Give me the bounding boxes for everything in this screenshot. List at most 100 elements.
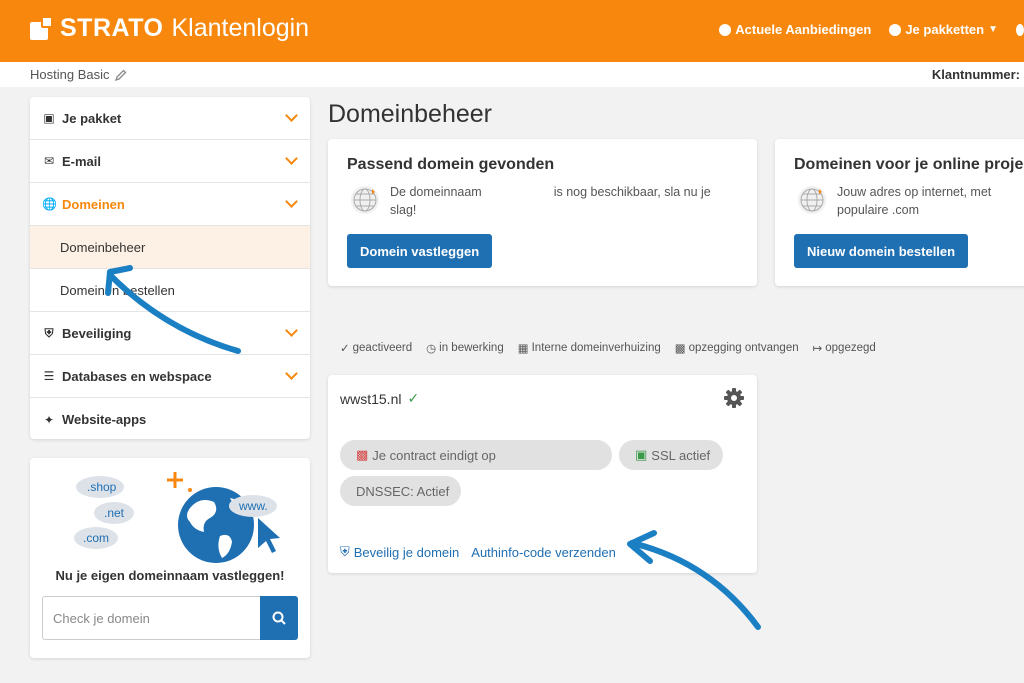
domain-card: wwst15.nl ✓ ▩ Je contract eindigt op ▣ S…: [328, 375, 757, 573]
gear-icon[interactable]: [723, 387, 745, 409]
contract-pill[interactable]: ▩ Je contract eindigt op: [340, 440, 612, 470]
domain-found-card: Passend domein gevonden De domeinnaam is …: [328, 139, 757, 286]
sidebar-item-label: Databases en webspace: [62, 368, 212, 384]
promo-text: Nu je eigen domeinnaam vastleggen!: [55, 568, 285, 583]
top-nav: Actuele Aanbiedingen Je pakketten ▼: [719, 22, 1024, 37]
domain-name[interactable]: wwst15.nl ✓: [340, 390, 419, 407]
domain-promo: .shop .net .com www. Nu je eigen domeinn…: [30, 458, 310, 658]
sign-out-icon: ↦: [812, 343, 823, 355]
chevron-down-icon: [285, 152, 298, 165]
contract-label: Je contract eindigt op: [372, 447, 496, 463]
sidebar-subitem-label: Domeinen bestellen: [60, 282, 175, 298]
legend-cancellation-received: ▩ opzegging ontvangen: [675, 341, 799, 355]
card-title: Passend domein gevonden: [347, 156, 555, 173]
package-name[interactable]: Hosting Basic: [30, 67, 127, 82]
package-label: Hosting Basic: [30, 67, 110, 82]
tag-shop: .shop: [87, 480, 117, 494]
sidebar-item-email[interactable]: ✉ E-mail: [30, 140, 310, 183]
shield-icon: ⛨: [340, 544, 350, 559]
ssl-label: SSL actief: [651, 447, 711, 463]
card-title: Domeinen voor je online project: [794, 156, 1024, 173]
user-icon: [1016, 23, 1024, 36]
legend-label: Interne domeinverhuizing: [531, 342, 661, 354]
legend-label: geactiveerd: [352, 342, 413, 354]
pencil-icon[interactable]: [115, 69, 127, 81]
logo-mark-icon: [30, 15, 54, 42]
calendar-icon: ▩: [674, 343, 686, 355]
domain-search-button[interactable]: [260, 596, 298, 640]
legend-activated: ✓ geactiveerd: [340, 341, 412, 355]
sidebar-item-label: Website-apps: [62, 412, 147, 427]
lock-icon: ▣: [635, 447, 648, 462]
box-icon: [889, 23, 902, 36]
sidebar-item-label: Beveiliging: [62, 325, 132, 341]
sidebar: ▣ Je pakket ✉ E-mail 🌐 Domeinen Domeinbe…: [30, 97, 310, 439]
chevron-down-icon: [285, 109, 298, 122]
legend-label: opzegging ontvangen: [688, 342, 799, 354]
tag-net: .net: [104, 506, 125, 520]
chevron-down-icon: [285, 367, 298, 380]
secure-domain-link[interactable]: ⛨ Beveilig je domein: [340, 544, 459, 560]
domain-links: ⛨ Beveilig je domein Authinfo-code verzen…: [340, 544, 616, 560]
globe-icon: 🌐: [42, 197, 57, 211]
sidebar-item-beveiliging[interactable]: ⛨ Beveiliging: [30, 312, 310, 355]
chevron-down-icon: ▼: [988, 24, 998, 35]
logo-subtitle: Klantenlogin: [171, 14, 310, 42]
register-domain-button[interactable]: Domein vastleggen: [347, 234, 493, 268]
new-domain-card: Domeinen voor je online project Jouw adr…: [775, 139, 1024, 286]
status-legend: ✓ geactiveerd ◷ in bewerking ▦ Interne dome…: [340, 341, 876, 355]
sidebar-item-label: Je pakket: [62, 110, 122, 126]
sidebar-subitem-domeinen-bestellen[interactable]: Domeinen bestellen: [30, 269, 310, 312]
check-icon: ✓: [340, 343, 350, 355]
clock-icon: ◷: [426, 343, 437, 355]
page-title: Domeinbeheer: [328, 100, 492, 128]
sidebar-item-label: Domeinen: [62, 196, 125, 212]
link-label: Beveilig je domein: [353, 544, 460, 560]
globe-icon: [798, 186, 826, 214]
tag-icon: [719, 23, 732, 36]
order-domain-button[interactable]: Nieuw domein bestellen: [794, 234, 969, 268]
magic-wand-icon: ✦: [43, 412, 55, 427]
sidebar-item-je-pakket[interactable]: ▣ Je pakket: [30, 97, 310, 140]
top-bar: STRATO Klantenlogin Actuele Aanbiedingen…: [0, 0, 1024, 62]
chevron-up-icon: [285, 195, 298, 208]
card-description: Jouw adres op internet, met populaire .c…: [837, 185, 992, 217]
strato-logo[interactable]: STRATO Klantenlogin: [30, 14, 309, 43]
tag-com: .com: [83, 531, 109, 545]
search-icon: [272, 611, 286, 625]
nav-offers[interactable]: Actuele Aanbiedingen: [719, 22, 871, 37]
briefcase-icon: ▦: [517, 343, 529, 355]
calendar-icon: ▩: [356, 447, 369, 462]
domain-name-label: wwst15.nl: [340, 390, 402, 407]
domain-check: [42, 596, 298, 640]
globe-icon: [351, 186, 379, 214]
logo-brand: STRATO: [60, 14, 164, 42]
sidebar-subitem-domeinbeheer[interactable]: Domeinbeheer: [30, 226, 310, 269]
nav-offers-label: Actuele Aanbiedingen: [735, 22, 872, 37]
sidebar-item-label: E-mail: [62, 153, 102, 169]
sub-bar: Hosting Basic Klantnummer:: [0, 62, 1024, 87]
legend-cancelled: ↦ opgezegd: [813, 341, 876, 355]
chevron-down-icon: [285, 324, 298, 337]
database-icon: ☰: [43, 369, 55, 383]
shield-icon: ⛨: [44, 325, 54, 340]
legend-label: in bewerking: [439, 342, 504, 354]
nav-user[interactable]: [1016, 22, 1024, 37]
check-icon: ✓: [407, 390, 420, 406]
sidebar-item-databases[interactable]: ☰ Databases en webspace: [30, 355, 310, 398]
nav-packages-label: Je pakketten: [905, 22, 985, 37]
sidebar-item-website-apps[interactable]: ✦ Website-apps: [30, 398, 310, 439]
domain-search-input[interactable]: [42, 596, 260, 640]
sidebar-item-domeinen[interactable]: 🌐 Domeinen: [30, 183, 310, 226]
dnssec-pill[interactable]: DNSSEC: Actief: [340, 476, 461, 506]
sidebar-subitem-label: Domeinbeheer: [60, 239, 146, 255]
card-description: De domeinnaam is nog beschikbaar, sla nu …: [390, 183, 730, 219]
authinfo-link[interactable]: Authinfo-code verzenden: [471, 544, 616, 560]
globe-illustration: .shop .net .com www.: [74, 472, 280, 563]
envelope-icon: ✉: [43, 154, 55, 168]
customer-number-label: Klantnummer:: [931, 67, 1020, 82]
ssl-pill[interactable]: ▣ SSL actief: [619, 440, 723, 470]
nav-packages[interactable]: Je pakketten ▼: [889, 22, 998, 37]
legend-label: opgezegd: [825, 342, 876, 354]
tag-www: www.: [238, 499, 268, 513]
